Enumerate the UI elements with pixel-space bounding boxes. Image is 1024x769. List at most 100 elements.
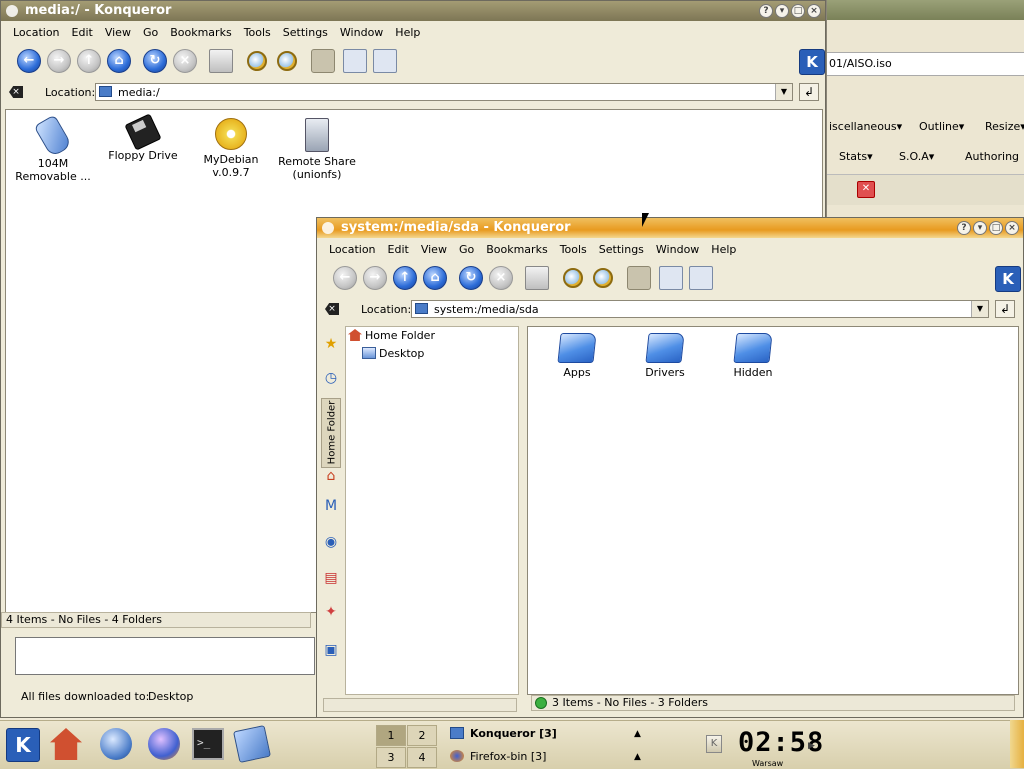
stop-icon[interactable]: ×: [173, 49, 197, 73]
minimize-icon[interactable]: ▾: [973, 221, 987, 235]
services-icon[interactable]: ✦: [319, 600, 343, 624]
help-icon[interactable]: ?: [957, 221, 971, 235]
tree-panel[interactable]: Home Folder Desktop: [345, 326, 519, 695]
home-icon[interactable]: [50, 728, 82, 760]
konqueror-icon[interactable]: [6, 5, 18, 17]
reload-icon[interactable]: ↻: [143, 49, 167, 73]
icon-view-icon[interactable]: [627, 266, 651, 290]
menu-settings[interactable]: Settings: [593, 240, 650, 260]
system-icon[interactable]: ▣: [319, 638, 343, 662]
menu-help[interactable]: Help: [705, 240, 742, 260]
menu-tools[interactable]: Tools: [554, 240, 593, 260]
home-icon[interactable]: ⌂: [107, 49, 131, 73]
tree-item[interactable]: Desktop: [362, 347, 424, 360]
browser-url-field[interactable]: 01/AISO.iso: [827, 52, 1024, 76]
go-enter-icon[interactable]: ↲: [995, 300, 1015, 318]
menu-location[interactable]: Location: [323, 240, 382, 260]
home-icon[interactable]: ⌂: [423, 266, 447, 290]
kde-menu-icon[interactable]: K: [6, 728, 40, 762]
background-window-titlebar[interactable]: [827, 0, 1024, 20]
authoring-menu[interactable]: Authoring: [965, 150, 1019, 163]
list-item[interactable]: Remote Share (unionfs): [274, 118, 360, 181]
close-icon[interactable]: ×: [1005, 221, 1019, 235]
list-item[interactable]: Floppy Drive: [100, 113, 186, 162]
desktop-pager-4[interactable]: 4: [407, 747, 437, 768]
menu-help[interactable]: Help: [389, 23, 426, 43]
miscellaneous-menu[interactable]: iscellaneous▾: [829, 120, 902, 133]
desktop-pager-3[interactable]: 3: [376, 747, 406, 768]
soa-menu[interactable]: S.O.A▾: [899, 150, 934, 163]
chevron-up-icon[interactable]: ▲: [634, 724, 641, 744]
chevron-up-icon[interactable]: ▲: [634, 747, 641, 767]
root-folder-icon[interactable]: ▤: [319, 566, 343, 590]
menu-bookmarks[interactable]: Bookmarks: [164, 23, 237, 43]
forward-arrow-icon[interactable]: →: [47, 49, 71, 73]
maximize-icon[interactable]: □: [791, 4, 805, 18]
menu-settings[interactable]: Settings: [277, 23, 334, 43]
tree-view-icon[interactable]: [343, 49, 367, 73]
menu-window[interactable]: Window: [650, 240, 705, 260]
task-button-konqueror[interactable]: Konqueror [3] ▲: [450, 724, 650, 744]
clear-location-icon[interactable]: ×: [325, 303, 339, 315]
media-icon[interactable]: M: [319, 494, 343, 518]
network-icon[interactable]: ◉: [319, 530, 343, 554]
window-titlebar[interactable]: media:/ - Konqueror ? ▾ □ ×: [1, 1, 825, 21]
minimize-icon[interactable]: ▾: [775, 4, 789, 18]
help-icon[interactable]: ?: [759, 4, 773, 18]
home-icon[interactable]: ⌂: [319, 464, 343, 488]
menu-view[interactable]: View: [99, 23, 137, 43]
download-list[interactable]: [15, 637, 315, 675]
list-item[interactable]: Apps: [534, 333, 620, 379]
clear-location-icon[interactable]: ×: [9, 86, 23, 98]
forward-arrow-icon[interactable]: →: [363, 266, 387, 290]
list-item[interactable]: MyDebian v.0.9.7: [188, 118, 274, 179]
bookmark-star-icon[interactable]: ★: [319, 332, 343, 356]
menu-edit[interactable]: Edit: [66, 23, 99, 43]
chevron-down-icon[interactable]: ▼: [971, 301, 988, 317]
back-arrow-icon[interactable]: ←: [333, 266, 357, 290]
zoom-out-icon[interactable]: [593, 268, 613, 288]
file-view[interactable]: Apps Drivers Hidden: [527, 326, 1019, 695]
list-item[interactable]: 104M Removable ...: [10, 114, 96, 183]
stop-icon[interactable]: ×: [489, 266, 513, 290]
menu-view[interactable]: View: [415, 240, 453, 260]
desktop-pager-2[interactable]: 2: [407, 725, 437, 746]
location-input[interactable]: media:/ ▼: [95, 83, 793, 101]
print-icon[interactable]: [525, 266, 549, 290]
zoom-in-icon[interactable]: [247, 51, 267, 71]
menu-edit[interactable]: Edit: [382, 240, 415, 260]
desktop-pager-1[interactable]: 1: [376, 725, 406, 746]
menu-tools[interactable]: Tools: [238, 23, 277, 43]
zoom-in-icon[interactable]: [563, 268, 583, 288]
chevron-down-icon[interactable]: ▼: [775, 84, 792, 100]
tree-view-icon[interactable]: [659, 266, 683, 290]
location-input[interactable]: system:/media/sda ▼: [411, 300, 989, 318]
stats-menu[interactable]: Stats▾: [839, 150, 873, 163]
go-enter-icon[interactable]: ↲: [799, 83, 819, 101]
list-item[interactable]: Drivers: [622, 333, 708, 379]
window-titlebar[interactable]: system:/media/sda - Konqueror ? ▾ □ ×: [317, 218, 1023, 238]
terminal-icon[interactable]: >_: [192, 728, 224, 760]
text-editor-icon[interactable]: [233, 725, 271, 763]
sidebar-tab-home-folder[interactable]: Home Folder: [321, 398, 341, 468]
maximize-icon[interactable]: □: [989, 221, 1003, 235]
resize-menu[interactable]: Resize▾: [985, 120, 1024, 133]
history-clock-icon[interactable]: ◷: [319, 366, 343, 390]
menu-go[interactable]: Go: [453, 240, 480, 260]
zoom-out-icon[interactable]: [277, 51, 297, 71]
menu-window[interactable]: Window: [334, 23, 389, 43]
close-icon[interactable]: ×: [807, 4, 821, 18]
firefox-icon[interactable]: [148, 728, 180, 760]
close-tab-icon[interactable]: ✕: [857, 181, 875, 198]
tree-item[interactable]: Home Folder: [348, 329, 435, 342]
print-icon[interactable]: [209, 49, 233, 73]
clipboard-icon[interactable]: K: [706, 735, 722, 753]
up-arrow-icon[interactable]: ↑: [393, 266, 417, 290]
detail-view-icon[interactable]: [373, 49, 397, 73]
task-button-firefox[interactable]: Firefox-bin [3] ▲: [450, 747, 650, 767]
konqueror-browser-icon[interactable]: [100, 728, 132, 760]
reload-icon[interactable]: ↻: [459, 266, 483, 290]
detail-view-icon[interactable]: [689, 266, 713, 290]
chevron-right-icon[interactable]: ▶: [808, 741, 815, 751]
outline-menu[interactable]: Outline▾: [919, 120, 964, 133]
